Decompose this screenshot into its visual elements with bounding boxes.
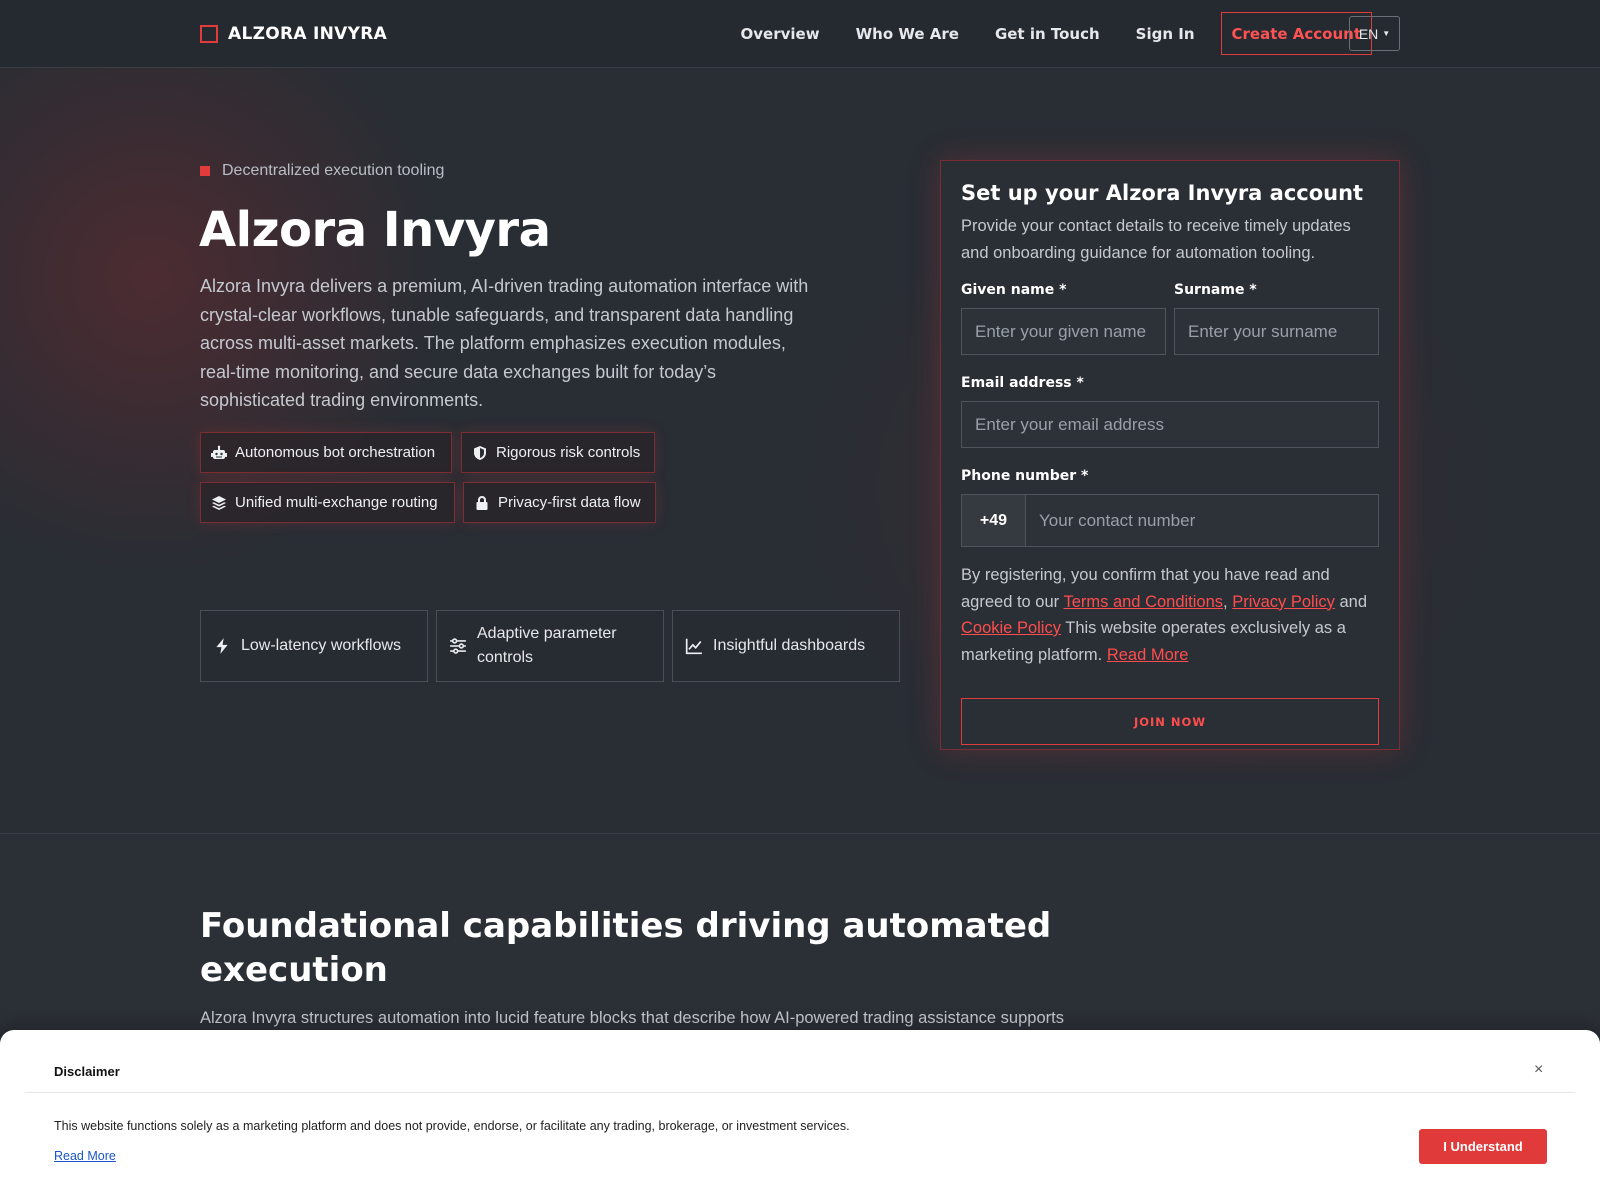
card-low-latency: Low-latency workflows xyxy=(200,610,428,682)
phone-group: Phone number * +49 Your contact number xyxy=(961,468,1379,547)
brand-logo[interactable]: ALZORA INVYRA xyxy=(200,22,387,46)
email-label-text: Email address xyxy=(961,375,1072,391)
required-mark: * xyxy=(1081,468,1089,484)
chip-label: Unified multi-exchange routing xyxy=(235,494,438,511)
chip-autonomous-bot: Autonomous bot orchestration xyxy=(200,432,452,473)
card-label: Insightful dashboards xyxy=(713,637,866,654)
card-adaptive-parameters: Adaptive parameter controls xyxy=(436,610,664,682)
disclaimer-banner: Disclaimer × This website functions sole… xyxy=(0,1030,1600,1200)
card-label: Adaptive parameter controls xyxy=(477,625,617,666)
privacy-link[interactable]: Privacy Policy xyxy=(1232,593,1335,611)
given-name-label: Given name * xyxy=(961,282,1166,298)
phone-country-code[interactable]: +49 xyxy=(962,495,1026,546)
chip-privacy-first: Privacy-first data flow xyxy=(463,482,656,523)
site-header: ALZORA INVYRA Overview Who We Are Get in… xyxy=(0,0,1600,68)
consent-comma: , xyxy=(1223,592,1233,611)
nav-get-in-touch[interactable]: Get in Touch xyxy=(977,25,1118,43)
signup-form: Set up your Alzora Invyra account Provid… xyxy=(940,160,1400,750)
i-understand-button[interactable]: I Understand xyxy=(1419,1129,1547,1164)
chip-multi-exchange: Unified multi-exchange routing xyxy=(200,482,455,523)
email-placeholder: Enter your email address xyxy=(975,414,1164,434)
required-mark: * xyxy=(1076,375,1084,391)
hero-description: Alzora Invyra delivers a premium, AI-dri… xyxy=(200,276,809,411)
read-more-link[interactable]: Read More xyxy=(1107,646,1189,664)
robot-icon xyxy=(211,445,227,459)
line-chart-icon xyxy=(685,638,702,655)
given-name-group: Given name * Enter your given name xyxy=(961,282,1166,355)
hero-title: Alzora Invyra xyxy=(199,202,551,258)
chip-label: Privacy-first data flow xyxy=(498,494,641,511)
brand-name: ALZORA INVYRA xyxy=(228,24,388,44)
card-label: Low-latency workflows xyxy=(241,637,402,654)
language-label: EN xyxy=(1358,25,1379,42)
sliders-icon xyxy=(450,638,466,654)
chip-label: Rigorous risk controls xyxy=(496,444,641,461)
phone-placeholder: Your contact number xyxy=(1039,510,1196,530)
email-field[interactable]: Enter your email address xyxy=(961,401,1379,448)
phone-label-text: Phone number xyxy=(961,468,1077,484)
surname-field[interactable]: Enter your surname xyxy=(1174,308,1379,355)
disclaimer-title: Disclaimer xyxy=(54,1064,120,1079)
chip-label: Autonomous bot orchestration xyxy=(235,444,436,461)
capabilities-title: Foundational capabilities driving automa… xyxy=(200,906,1052,990)
phone-field[interactable]: Your contact number xyxy=(1026,495,1378,546)
chip-risk-controls: Rigorous risk controls xyxy=(461,432,655,473)
surname-placeholder: Enter your surname xyxy=(1188,321,1338,341)
phone-label: Phone number * xyxy=(961,468,1379,484)
language-selector[interactable]: EN ▼ xyxy=(1349,16,1400,51)
hero-section: Decentralized execution tooling Alzora I… xyxy=(0,68,1600,834)
capabilities-description: Alzora Invyra structures automation into… xyxy=(200,1009,1064,1027)
terms-link[interactable]: Terms and Conditions xyxy=(1063,593,1223,611)
surname-label-text: Surname xyxy=(1174,282,1245,298)
name-row: Given name * Enter your given name Surna… xyxy=(961,282,1379,355)
nav-sign-in[interactable]: Sign In xyxy=(1118,25,1213,43)
given-name-label-text: Given name xyxy=(961,282,1055,298)
eyebrow-square-icon xyxy=(200,166,210,176)
consent-text: By registering, you confirm that you hav… xyxy=(961,562,1379,668)
given-name-field[interactable]: Enter your given name xyxy=(961,308,1166,355)
card-dashboards: Insightful dashboards xyxy=(672,610,900,682)
eyebrow-text: Decentralized execution tooling xyxy=(222,162,445,179)
layers-icon xyxy=(212,495,226,510)
surname-label: Surname * xyxy=(1174,282,1379,298)
required-mark: * xyxy=(1059,282,1067,298)
consent-and: and xyxy=(1334,592,1368,611)
form-subtitle: Provide your contact details to receive … xyxy=(961,217,1351,262)
nav-who-we-are[interactable]: Who We Are xyxy=(838,25,977,43)
surname-group: Surname * Enter your surname xyxy=(1174,282,1379,355)
shield-icon xyxy=(474,445,486,460)
email-group: Email address * Enter your email address xyxy=(961,375,1379,448)
nav-overview[interactable]: Overview xyxy=(723,25,838,43)
disclaimer-divider xyxy=(25,1092,1575,1093)
main-nav: Overview Who We Are Get in Touch Sign In… xyxy=(723,12,1372,55)
join-now-button[interactable]: JOIN NOW xyxy=(961,698,1379,745)
disclaimer-text: This website functions solely as a marke… xyxy=(54,1119,850,1133)
phone-input: +49 Your contact number xyxy=(961,494,1379,547)
lock-icon xyxy=(476,495,488,510)
bolt-icon xyxy=(216,638,228,654)
cookie-link[interactable]: Cookie Policy xyxy=(961,619,1061,637)
given-name-placeholder: Enter your given name xyxy=(975,321,1147,341)
brand-square-icon xyxy=(200,25,218,43)
required-mark: * xyxy=(1249,282,1257,298)
email-label: Email address * xyxy=(961,375,1379,391)
disclaimer-read-more-link[interactable]: Read More xyxy=(54,1149,116,1163)
close-icon[interactable]: × xyxy=(1534,1062,1543,1078)
hero-eyebrow: Decentralized execution tooling xyxy=(200,162,444,180)
caret-down-icon: ▼ xyxy=(1382,29,1391,38)
form-title: Set up your Alzora Invyra account xyxy=(961,181,1364,205)
